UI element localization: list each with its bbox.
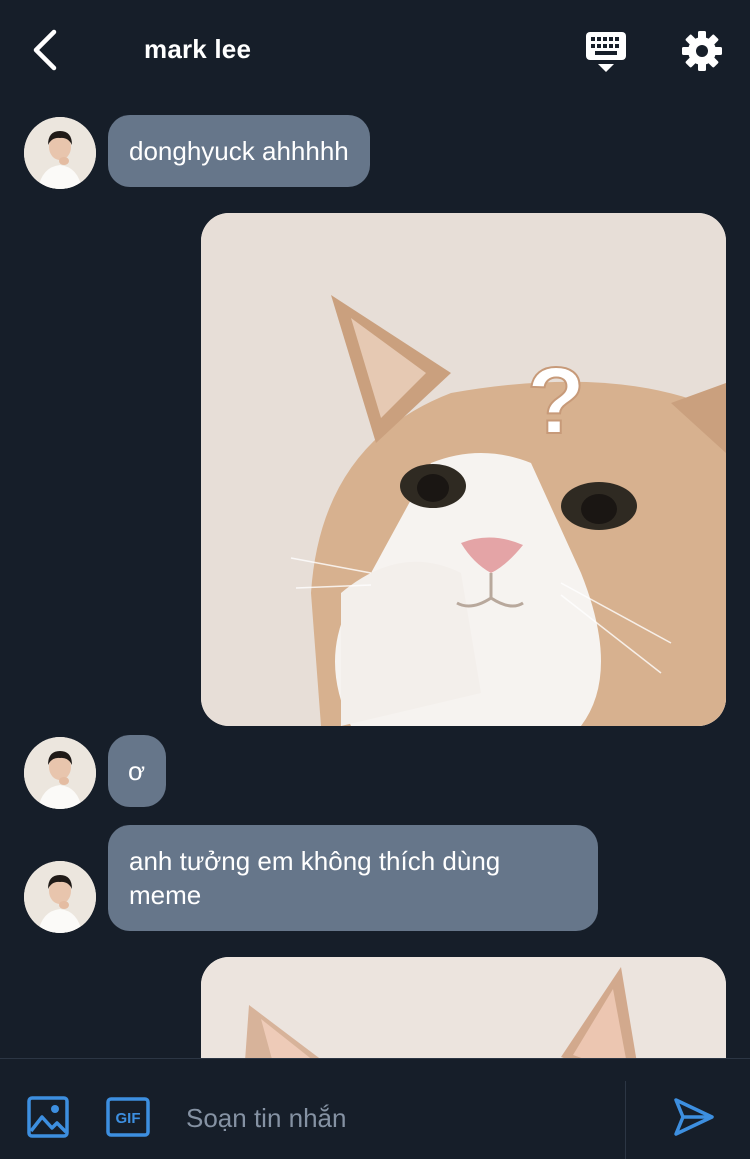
message-bubble[interactable]: anh tưởng em không thích dùng meme xyxy=(108,825,598,931)
message-thread[interactable]: donghyuck ahhhhh ? ơ anh tưởng em không … xyxy=(0,100,750,1058)
message-composer: GIF xyxy=(0,1058,750,1159)
gif-label: GIF xyxy=(116,1110,141,1127)
message-bubble[interactable]: donghyuck ahhhhh xyxy=(108,115,370,187)
message-bubble[interactable]: ơ xyxy=(108,735,167,807)
gear-icon xyxy=(682,31,722,71)
image-message[interactable] xyxy=(201,957,726,1058)
keyboard-button[interactable] xyxy=(584,30,628,74)
attach-image-button[interactable] xyxy=(26,1095,70,1139)
composer-divider xyxy=(625,1081,626,1159)
avatar[interactable] xyxy=(24,861,96,933)
confused-cat-image: ? xyxy=(201,213,726,726)
back-button[interactable] xyxy=(26,26,66,74)
message-input[interactable] xyxy=(184,1095,608,1141)
send-button[interactable] xyxy=(672,1095,716,1139)
chevron-left-icon xyxy=(33,29,57,71)
chat-header: mark lee xyxy=(0,0,750,100)
settings-button[interactable] xyxy=(680,29,724,73)
avatar[interactable] xyxy=(24,117,96,189)
question-mark-overlay: ? xyxy=(527,348,585,454)
message-text: anh tưởng em không thích dùng meme xyxy=(129,846,501,910)
image-icon xyxy=(27,1096,69,1138)
avatar[interactable] xyxy=(24,737,96,809)
gif-button[interactable]: GIF xyxy=(106,1097,150,1137)
keyboard-icon xyxy=(586,32,626,72)
message-text: ơ xyxy=(128,756,146,786)
send-icon xyxy=(674,1098,714,1136)
message-text: donghyuck ahhhhh xyxy=(129,136,349,166)
cat-image xyxy=(201,957,726,1058)
image-message[interactable]: ? xyxy=(201,213,726,726)
chat-title: mark lee xyxy=(144,34,252,64)
gif-icon: GIF xyxy=(106,1097,150,1137)
